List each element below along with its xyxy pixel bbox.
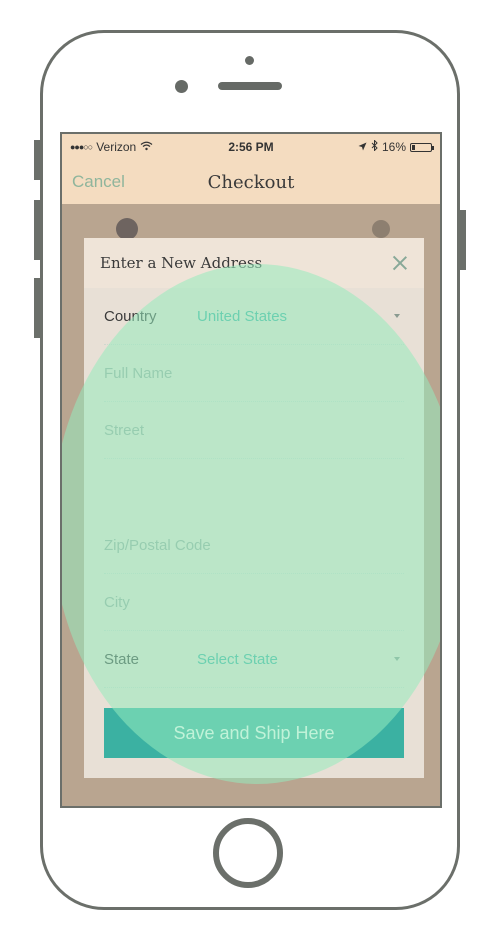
country-label: Country: [104, 307, 157, 325]
location-arrow-icon: [358, 140, 367, 154]
power-button: [460, 210, 466, 270]
state-select[interactable]: State Select State: [104, 631, 404, 688]
state-value: Select State: [197, 650, 278, 668]
full-name-field[interactable]: Full Name: [104, 345, 404, 402]
signal-icon: ●●●○○: [70, 142, 93, 152]
full-name-placeholder: Full Name: [104, 364, 173, 382]
close-icon[interactable]: [392, 255, 408, 271]
carrier-name: Verizon: [96, 140, 137, 154]
earpiece-speaker: [218, 82, 282, 90]
proximity-sensor: [245, 56, 254, 65]
street-line-2-field[interactable]: [104, 459, 404, 517]
background-icon: [372, 220, 390, 238]
new-address-modal: Enter a New Address Country United State…: [84, 238, 424, 778]
status-bar: ●●●○○ Verizon 2:56 PM 16%: [62, 134, 440, 160]
cancel-button[interactable]: Cancel: [72, 172, 125, 192]
save-and-ship-button[interactable]: Save and Ship Here: [104, 708, 404, 758]
chevron-down-icon: [394, 314, 400, 318]
navigation-bar: Cancel Checkout: [62, 160, 440, 204]
home-button[interactable]: [213, 818, 283, 888]
volume-up-button: [34, 200, 40, 260]
zip-placeholder: Zip/Postal Code: [104, 536, 211, 554]
city-placeholder: City: [104, 593, 130, 611]
phone-screen: ●●●○○ Verizon 2:56 PM 16% Cancel Checkou…: [60, 132, 442, 808]
street-placeholder: Street: [104, 421, 145, 439]
street-field[interactable]: Street: [104, 402, 404, 459]
bluetooth-icon: [371, 139, 378, 154]
country-select[interactable]: Country United States: [104, 288, 404, 345]
wifi-icon: [140, 140, 153, 154]
zip-field[interactable]: Zip/Postal Code: [104, 517, 404, 574]
battery-percent: 16%: [381, 140, 407, 154]
state-label: State: [104, 650, 140, 668]
battery-icon: [410, 142, 435, 152]
modal-title: Enter a New Address: [100, 254, 263, 272]
background-avatar: [116, 218, 138, 240]
chevron-down-icon: [394, 657, 400, 661]
volume-down-button: [34, 278, 40, 338]
address-form: Country United States Full Name Street Z…: [84, 288, 424, 758]
front-camera: [175, 80, 188, 93]
city-field[interactable]: City: [104, 574, 404, 631]
country-value: United States: [197, 307, 288, 325]
modal-header: Enter a New Address: [84, 238, 424, 288]
mute-switch: [34, 140, 40, 180]
status-time: 2:56 PM: [228, 140, 274, 154]
